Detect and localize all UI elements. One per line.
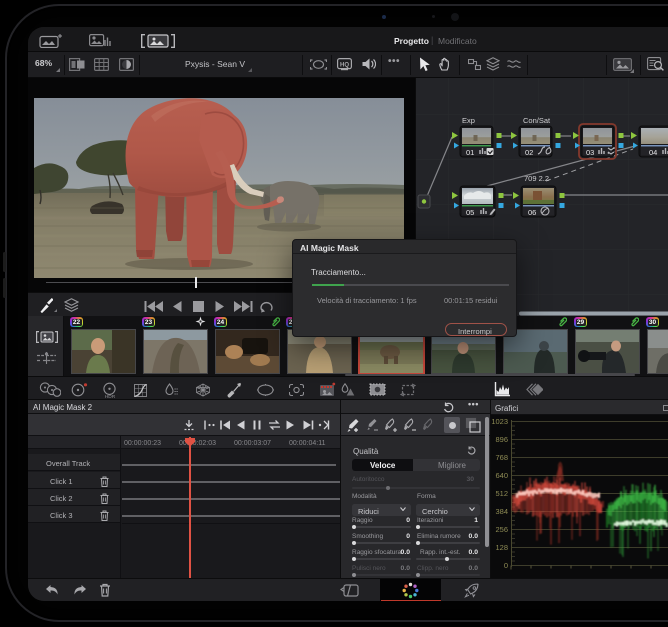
svg-text:Con/Sat: Con/Sat — [523, 116, 551, 125]
svg-text:640: 640 — [495, 471, 508, 480]
svg-text:1023: 1023 — [491, 417, 508, 426]
svg-text:256: 256 — [495, 525, 508, 534]
svg-text:01: 01 — [466, 148, 474, 157]
svg-text:HDR: HDR — [105, 394, 116, 399]
svg-text:04: 04 — [649, 148, 657, 157]
svg-text:03: 03 — [586, 148, 594, 157]
svg-text:896: 896 — [495, 435, 508, 444]
svg-text:Exp: Exp — [462, 116, 475, 125]
svg-text:06: 06 — [528, 208, 536, 217]
svg-text:512: 512 — [495, 489, 508, 498]
svg-text:02: 02 — [525, 148, 533, 157]
svg-text:768: 768 — [495, 453, 508, 462]
svg-text:384: 384 — [495, 507, 508, 516]
svg-text:05: 05 — [466, 208, 474, 217]
svg-text:0: 0 — [504, 561, 508, 570]
svg-text:128: 128 — [495, 543, 508, 552]
svg-text:HQ: HQ — [340, 63, 349, 69]
svg-text:709 2.2: 709 2.2 — [524, 174, 549, 183]
